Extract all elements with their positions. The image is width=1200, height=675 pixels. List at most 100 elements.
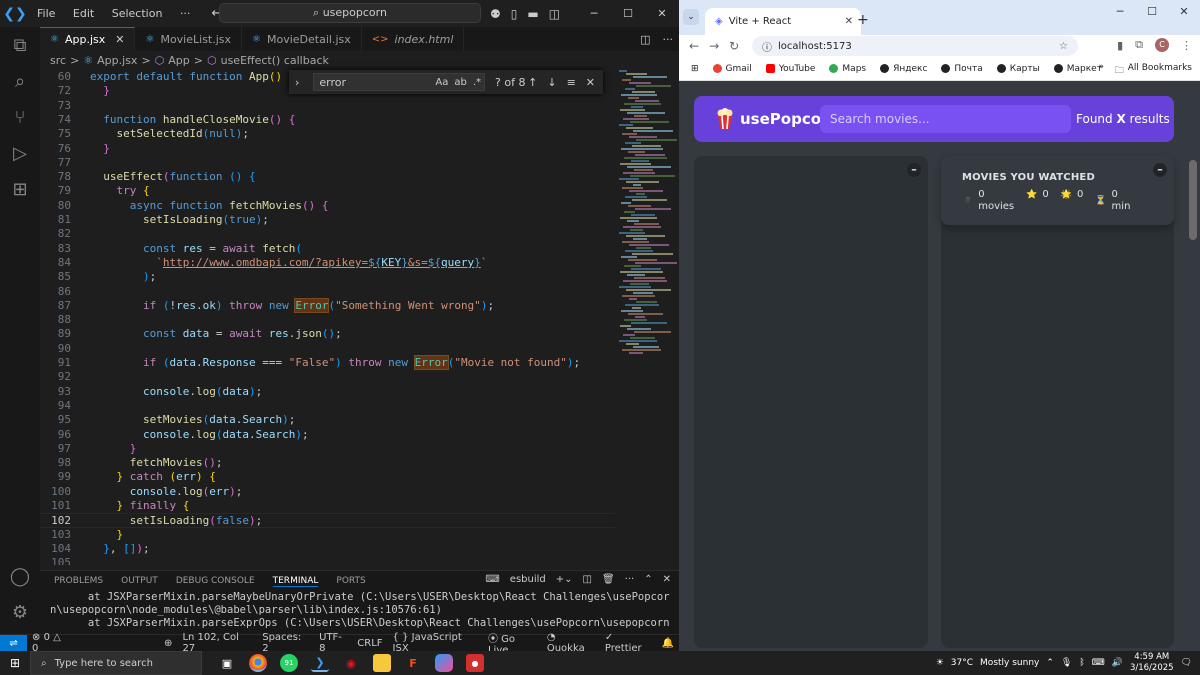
breadcrumb-item[interactable]: useEffect() callback xyxy=(221,54,329,67)
bookmark-youtube[interactable]: YouTube xyxy=(765,64,815,74)
code-line[interactable]: 76 } xyxy=(40,142,615,156)
code-line[interactable]: 98 fetchMovies(); xyxy=(40,456,615,470)
code-line[interactable]: 93 console.log(data); xyxy=(40,385,615,399)
panel-tab-ports[interactable]: PORTS xyxy=(336,576,365,586)
browser-tab[interactable]: ◈ Vite + React ✕ xyxy=(705,8,861,35)
layout-sidebar-icon[interactable]: ▯ xyxy=(511,7,518,21)
scrollbar[interactable] xyxy=(1189,160,1197,240)
screen-recorder-icon[interactable]: ● xyxy=(466,654,484,672)
bookmark-star-icon[interactable]: ☆ xyxy=(1059,41,1068,52)
minimize-icon[interactable]: ─ xyxy=(1104,5,1136,18)
copilot-icon[interactable]: ⚉ xyxy=(490,7,501,21)
split-terminal-icon[interactable]: ◫ xyxy=(583,574,592,585)
code-line[interactable]: 81 setIsLoading(true); xyxy=(40,213,615,227)
more-actions-icon[interactable]: ··· xyxy=(625,574,635,585)
account-icon[interactable]: ◯ xyxy=(0,558,40,594)
close-tab-icon[interactable]: ✕ xyxy=(845,16,853,27)
code-line[interactable]: 97 } xyxy=(40,442,615,456)
split-editor-icon[interactable]: ◫ xyxy=(640,33,650,46)
code-line[interactable]: 74 function handleCloseMovie() { xyxy=(40,113,615,127)
tab-movielist-jsx[interactable]: ⚛ MovieList.jsx xyxy=(135,27,243,51)
close-icon[interactable]: ✕ xyxy=(1168,5,1200,18)
code-line[interactable]: 105 xyxy=(40,556,615,565)
panel-tab-terminal[interactable]: TERMINAL xyxy=(272,576,319,587)
command-center[interactable]: ⌕ usepopcorn xyxy=(219,3,481,23)
all-bookmarks[interactable]: 🗀 All Bookmarks xyxy=(1115,63,1192,79)
code-line[interactable]: 100 console.log(err); xyxy=(40,485,615,499)
code-line[interactable]: 80 async function fetchMovies() { xyxy=(40,199,615,213)
bell-icon[interactable]: 🔔 xyxy=(662,638,674,649)
bookmark-karty[interactable]: Карты xyxy=(996,64,1040,74)
tab-index-html[interactable]: <> index.html xyxy=(362,27,465,51)
volume-icon[interactable]: 🔊 xyxy=(1112,658,1123,668)
arrow-up-icon[interactable]: ↑ xyxy=(528,76,537,89)
search-view-icon[interactable]: ⌕ xyxy=(0,63,40,99)
menu-edit[interactable]: Edit xyxy=(73,7,94,20)
bluetooth-icon[interactable]: ᛒ xyxy=(1079,658,1084,668)
vscode-icon[interactable]: ❯ xyxy=(311,654,329,672)
tab-moviedetail-jsx[interactable]: ⚛ MovieDetail.jsx xyxy=(242,27,362,51)
tab-app-jsx[interactable]: ⚛ App.jsx ✕ xyxy=(40,27,136,51)
chevron-right-icon[interactable]: › xyxy=(295,76,299,89)
code-line[interactable]: 96 console.log(data.Search); xyxy=(40,428,615,442)
panel-tab-debug-console[interactable]: DEBUG CONSOLE xyxy=(176,576,255,586)
weather-desc[interactable]: Mostly sunny xyxy=(980,658,1039,668)
breadcrumb-item[interactable]: App xyxy=(168,54,190,67)
apps-grid-icon[interactable]: ⊞ xyxy=(691,64,699,74)
code-line[interactable]: 82 xyxy=(40,227,615,241)
minimize-icon[interactable]: ─ xyxy=(577,7,611,20)
network-icon[interactable]: ⌨ xyxy=(1092,658,1105,668)
extensions-icon[interactable]: ⧉ xyxy=(1135,38,1143,52)
code-line[interactable]: 77 xyxy=(40,156,615,170)
forward-arrow-icon[interactable]: → xyxy=(709,39,719,53)
code-line[interactable]: 85 ); xyxy=(40,270,615,284)
settings-gear-icon[interactable]: ⚙ xyxy=(0,594,40,630)
zoom-icon[interactable]: ⊕ xyxy=(164,638,172,649)
close-icon[interactable]: ✕ xyxy=(645,7,679,20)
clock[interactable]: 4:59 AM 3/16/2025 xyxy=(1130,652,1174,674)
bookmark-pochta[interactable]: Почта xyxy=(941,64,983,74)
windows-start-icon[interactable]: ⊞ xyxy=(0,656,30,670)
code-line[interactable]: 99 } catch (err) { xyxy=(40,470,615,484)
breadcrumb-item[interactable]: App.jsx xyxy=(97,54,137,67)
code-line[interactable]: 90 xyxy=(40,342,615,356)
reading-mode-icon[interactable]: ▮ xyxy=(1117,39,1123,52)
notification-icon[interactable]: 🗨 xyxy=(1181,658,1192,668)
close-panel-icon[interactable]: ✕ xyxy=(663,574,671,585)
movie-search-input[interactable] xyxy=(820,105,1071,133)
more-actions-icon[interactable]: ··· xyxy=(663,33,674,46)
bookmark-maps[interactable]: Maps xyxy=(829,64,866,74)
code-line[interactable]: 104 }, []); xyxy=(40,542,615,556)
regex-toggle[interactable]: .* xyxy=(473,77,481,88)
arrow-down-icon[interactable]: ↓ xyxy=(547,76,556,89)
code-line[interactable]: 101 } finally { xyxy=(40,499,615,513)
code-line[interactable]: 86 xyxy=(40,285,615,299)
whatsapp-icon[interactable]: 91 xyxy=(280,654,298,672)
tab-search-icon[interactable]: ⌄ xyxy=(683,9,699,25)
code-line[interactable]: 79 try { xyxy=(40,184,615,198)
menu-more[interactable]: ··· xyxy=(180,7,191,20)
minimap[interactable] xyxy=(615,70,677,370)
code-line[interactable]: 88 xyxy=(40,313,615,327)
layout-split-icon[interactable]: ◫ xyxy=(549,7,560,21)
close-icon[interactable]: ✕ xyxy=(586,76,595,89)
microphone-icon[interactable]: 🎙 xyxy=(1061,658,1072,668)
code-line[interactable]: 92 xyxy=(40,370,615,384)
collapse-toggle-button[interactable]: – xyxy=(1153,163,1167,177)
code-line[interactable]: 89 const data = await res.json(); xyxy=(40,327,615,341)
new-terminal-icon[interactable]: +⌄ xyxy=(556,574,573,585)
maximize-icon[interactable]: ☐ xyxy=(1136,5,1168,18)
kebab-menu-icon[interactable]: ⋮ xyxy=(1181,39,1192,52)
code-editor[interactable]: 60export default function App() {72 }737… xyxy=(40,70,615,565)
code-line[interactable]: 87 if (!res.ok) throw new Error("Somethi… xyxy=(40,297,615,313)
source-control-icon[interactable]: ⑂ xyxy=(0,99,40,135)
explorer-icon[interactable]: ⧉ xyxy=(0,27,40,63)
terminal-output[interactable]: at JSXParserMixin.parseMaybeUnaryOrPriva… xyxy=(40,591,679,630)
code-line[interactable]: 83 const res = await fetch( xyxy=(40,242,615,256)
collapse-toggle-button[interactable]: – xyxy=(907,163,921,177)
site-info-icon[interactable]: ⓘ xyxy=(762,39,772,54)
chrome-icon[interactable] xyxy=(249,654,267,672)
bookmark-yandex[interactable]: Яндекс xyxy=(880,64,927,74)
task-view-icon[interactable]: ▣ xyxy=(218,654,236,672)
extensions-icon[interactable]: ⊞ xyxy=(0,171,40,207)
